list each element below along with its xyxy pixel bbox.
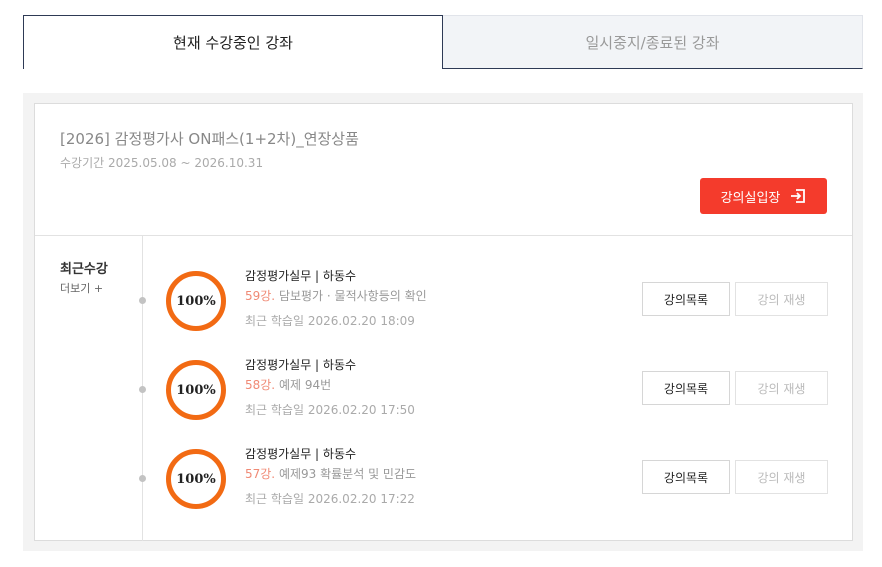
lecture-number: 57강. xyxy=(245,467,276,481)
course-title: [2026] 감정평가사 ON패스(1+2차)_연장상품 xyxy=(60,130,359,148)
timeline-dot xyxy=(139,386,146,393)
timeline-dot xyxy=(139,475,146,482)
progress-value: 100% xyxy=(176,471,216,487)
lecture-title: 감정평가실무 | 하동수 xyxy=(245,269,357,283)
lecture-list-button[interactable]: 강의목록 xyxy=(642,282,730,316)
lecture-play-button[interactable]: 강의 재생 xyxy=(735,282,828,316)
lecture-play-button[interactable]: 강의 재생 xyxy=(735,460,828,494)
lecture-item: 100% 감정평가실무 | 하동수 59강. 담보평가 · 물적사항등의 확인 … xyxy=(35,267,852,347)
lecture-list-button[interactable]: 강의목록 xyxy=(642,460,730,494)
lecture-number: 59강. xyxy=(245,289,276,303)
lecture-title: 감정평가실무 | 하동수 xyxy=(245,447,357,461)
lecture-date: 최근 학습일 2026.02.20 17:50 xyxy=(245,403,415,417)
lecture-info: 59강. 담보평가 · 물적사항등의 확인 xyxy=(245,287,427,304)
lecture-desc: 담보평가 · 물적사항등의 확인 xyxy=(275,289,427,303)
lecture-info: 57강. 예제93 확률분석 및 민감도 xyxy=(245,465,416,482)
progress-value: 100% xyxy=(176,293,216,309)
lecture-number: 58강. xyxy=(245,378,276,392)
timeline-dot xyxy=(139,297,146,304)
course-period: 수강기간 2025.05.08 ~ 2026.10.31 xyxy=(60,156,264,170)
course-tabs: 현재 수강중인 강좌 일시중지/종료된 강좌 xyxy=(23,15,863,69)
card-divider xyxy=(35,235,852,236)
progress-ring: 100% xyxy=(166,271,226,331)
lecture-date: 최근 학습일 2026.02.20 17:22 xyxy=(245,492,415,506)
enter-classroom-label: 강의실입장 xyxy=(720,190,781,206)
tab-current-courses[interactable]: 현재 수강중인 강좌 xyxy=(23,15,443,69)
tab-paused-ended-courses[interactable]: 일시중지/종료된 강좌 xyxy=(443,15,863,69)
lecture-item: 100% 감정평가실무 | 하동수 57강. 예제93 확률분석 및 민감도 최… xyxy=(35,445,852,525)
lecture-list-button[interactable]: 강의목록 xyxy=(642,371,730,405)
enter-icon xyxy=(790,188,806,204)
lecture-title: 감정평가실무 | 하동수 xyxy=(245,358,357,372)
enter-classroom-button[interactable]: 강의실입장 xyxy=(700,178,827,214)
course-card: [2026] 감정평가사 ON패스(1+2차)_연장상품 수강기간 2025.0… xyxy=(34,103,853,541)
lecture-info: 58강. 예제 94번 xyxy=(245,376,331,393)
lecture-date: 최근 학습일 2026.02.20 18:09 xyxy=(245,314,415,328)
lecture-play-button[interactable]: 강의 재생 xyxy=(735,371,828,405)
progress-value: 100% xyxy=(176,382,216,398)
lecture-desc: 예제 94번 xyxy=(275,378,332,392)
progress-ring: 100% xyxy=(166,449,226,509)
lecture-item: 100% 감정평가실무 | 하동수 58강. 예제 94번 최근 학습일 202… xyxy=(35,356,852,436)
progress-ring: 100% xyxy=(166,360,226,420)
lecture-desc: 예제93 확률분석 및 민감도 xyxy=(275,467,417,481)
